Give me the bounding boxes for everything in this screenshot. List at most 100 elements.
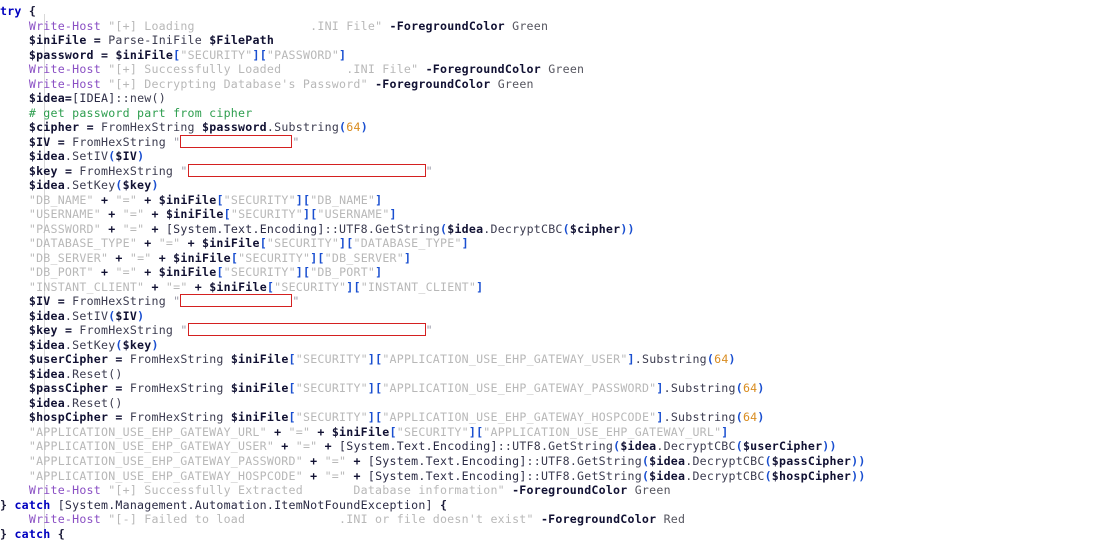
code-line-31[interactable]: "APPLICATION_USE_EHP_GATEWAY_USER" + "="… xyxy=(0,439,1100,454)
quote-close: " xyxy=(425,163,433,178)
operator-assign: = xyxy=(64,163,73,178)
code-line-17[interactable]: "DATABASE_TYPE" + "=" + $iniFile["SECURI… xyxy=(0,236,1100,251)
function-fromhexstring: FromHexString xyxy=(129,410,224,425)
code-line-10[interactable]: $IV = FromHexString " " xyxy=(0,134,1100,150)
variable-key: $key xyxy=(122,337,152,352)
operator-plus: + xyxy=(151,279,159,294)
code-line-01[interactable]: try { xyxy=(0,4,1100,19)
variable-key: $key xyxy=(28,163,58,178)
code-line-30[interactable]: "APPLICATION_USE_EHP_GATEWAY_URL" + "=" … xyxy=(0,425,1100,440)
code-line-18[interactable]: "DB_SERVER" + "=" + $iniFile["SECURITY"]… xyxy=(0,251,1100,266)
function-fromhexstring: FromHexString xyxy=(72,294,166,309)
cmdlet-write-host: Write-Host xyxy=(28,76,101,91)
static-getstring: ::UTF8.GetString xyxy=(497,439,614,454)
variable-idea: $idea xyxy=(28,366,65,381)
bracket-close: ] xyxy=(721,424,729,439)
code-line-12[interactable]: $key = FromHexString " " xyxy=(0,163,1100,179)
operator-plus: + xyxy=(108,207,116,222)
variable-inifile: $iniFile xyxy=(173,250,231,265)
key-security: "SECURITY" xyxy=(180,47,253,62)
code-line-08[interactable]: # get password part from cipher xyxy=(0,106,1100,121)
code-line-33[interactable]: "APPLICATION_USE_EHP_GATEWAY_HOSPCODE" +… xyxy=(0,469,1100,484)
operator-plus: + xyxy=(144,265,152,280)
label-db-name: "DB_NAME" xyxy=(28,192,94,207)
code-line-19[interactable]: "DB_PORT" + "=" + $iniFile["SECURITY"]["… xyxy=(0,265,1100,280)
type-itemnotfoundexception: [System.Management.Automation.ItemNotFou… xyxy=(57,497,433,512)
code-line-20[interactable]: "INSTANT_CLIENT" + "=" + $iniFile ["SECUR… xyxy=(0,280,1100,295)
code-line-07[interactable]: $idea=[IDEA]::new() xyxy=(0,91,1100,106)
code-line-09[interactable]: $cipher = FromHexString $password.Substr… xyxy=(0,120,1100,135)
label-db-port: "DB_PORT" xyxy=(28,265,94,280)
code-line-26[interactable]: $idea.Reset() xyxy=(0,367,1100,382)
variable-cipher: $cipher xyxy=(569,221,621,236)
bracket-close: ] xyxy=(295,192,303,207)
key-gateway-url: "APPLICATION_USE_EHP_GATEWAY_URL" xyxy=(483,424,722,439)
paren-open: ( xyxy=(735,410,743,425)
code-line-05[interactable]: Write-Host "[+] Successfully Loaded .INI… xyxy=(0,62,1100,77)
label-username: "USERNAME" xyxy=(28,207,101,222)
cmdlet-write-host: Write-Host xyxy=(28,62,101,77)
key-security: "SECURITY" xyxy=(295,352,368,367)
paren-close: )) xyxy=(620,221,635,236)
operator-assign: = xyxy=(93,33,101,48)
code-line-04[interactable]: $password = $iniFile["SECURITY"]["PASSWO… xyxy=(0,48,1100,63)
operator-plus: + xyxy=(151,207,159,222)
type-encoding: [System.Text.Encoding] xyxy=(367,453,527,468)
code-line-36[interactable]: Write-Host "[-] Failed to load .INI or f… xyxy=(0,512,1100,527)
variable-inifile: $iniFile xyxy=(158,192,217,207)
code-line-03[interactable]: $iniFile = Parse-IniFile $FilePath xyxy=(0,33,1100,48)
operator-plus: + xyxy=(324,439,332,454)
variable-iv: $IV xyxy=(28,134,51,149)
string-literal: "[-] Failed to load xyxy=(108,512,246,527)
code-line-11[interactable]: $idea.SetIV($IV) xyxy=(0,149,1100,164)
code-line-13[interactable]: $idea.SetKey($key) xyxy=(0,178,1100,193)
code-line-21[interactable]: $IV = FromHexString " " xyxy=(0,294,1100,309)
code-line-15[interactable]: "USERNAME" + "=" + $iniFile["SECURITY"][… xyxy=(0,207,1100,222)
operator-plus: + xyxy=(101,265,109,280)
method-setiv: .SetIV xyxy=(64,308,109,323)
code-line-14[interactable]: "DB_NAME" + "=" + $iniFile["SECURITY"]["… xyxy=(0,193,1100,208)
paren-open: ( xyxy=(735,381,743,396)
code-line-29[interactable]: $hospCipher = FromHexString $iniFile["SE… xyxy=(0,410,1100,425)
label-database-type: "DATABASE_TYPE" xyxy=(28,236,138,251)
code-line-35[interactable]: } catch [System.Management.Automation.It… xyxy=(0,498,1100,513)
bracket-open: [ xyxy=(223,207,231,222)
variable-passcipher: $passCipher xyxy=(28,381,109,396)
bracket-open: [ xyxy=(216,192,224,207)
equals-literal: "=" xyxy=(158,236,181,251)
variable-key: $key xyxy=(28,323,58,338)
code-line-32[interactable]: "APPLICATION_USE_EHP_GATEWAY_PASSWORD" +… xyxy=(0,454,1100,469)
variable-inifile: $iniFile xyxy=(209,279,267,294)
variable-inifile: $iniFile xyxy=(28,33,87,48)
method-decryptcbc: .DecryptCBC xyxy=(656,439,736,454)
code-line-25[interactable]: $userCipher = FromHexString $iniFile["SE… xyxy=(0,352,1100,367)
quote-open: " xyxy=(180,163,188,178)
number-64: 64 xyxy=(346,120,361,135)
variable-idea: $idea xyxy=(28,337,65,352)
code-line-27[interactable]: $passCipher = FromHexString $iniFile["SE… xyxy=(0,381,1100,396)
operator-assign: = xyxy=(57,134,65,149)
method-setkey: .SetKey xyxy=(64,178,116,193)
code-line-22[interactable]: $idea.SetIV($IV) xyxy=(0,309,1100,324)
paren-close: ) xyxy=(757,381,765,396)
code-line-02[interactable]: Write-Host "[+] Loading .INI File" -Fore… xyxy=(0,19,1100,34)
paren-close: )) xyxy=(851,468,866,483)
code-line-23[interactable]: $key = FromHexString " " xyxy=(0,323,1100,338)
brace-close: } xyxy=(0,526,8,541)
variable-cipher: $cipher xyxy=(28,120,80,135)
method-substring: .Substring xyxy=(634,352,707,367)
code-line-34[interactable]: Write-Host "[+] Successfully Extracted D… xyxy=(0,483,1100,498)
key-database-type: "DATABASE_TYPE" xyxy=(353,236,462,251)
method-setiv: .SetIV xyxy=(64,149,109,164)
variable-hospcipher: $hospCipher xyxy=(28,410,109,425)
function-fromhexstring: FromHexString xyxy=(79,163,174,178)
code-line-16[interactable]: "PASSWORD" + "=" + [System.Text.Encoding… xyxy=(0,222,1100,237)
keyword-catch: catch xyxy=(14,497,51,512)
code-line-24[interactable]: $idea.SetKey($key) xyxy=(0,338,1100,353)
code-line-28[interactable]: $idea.Reset() xyxy=(0,396,1100,411)
code-editor-pane[interactable]: try { Write-Host "[+] Loading .INI File"… xyxy=(0,0,1100,541)
operator-plus: + xyxy=(108,221,116,236)
code-line-06[interactable]: Write-Host "[+] Decrypting Database's Pa… xyxy=(0,77,1100,92)
number-64: 64 xyxy=(714,352,729,367)
method-substring: .Substring xyxy=(663,381,736,396)
